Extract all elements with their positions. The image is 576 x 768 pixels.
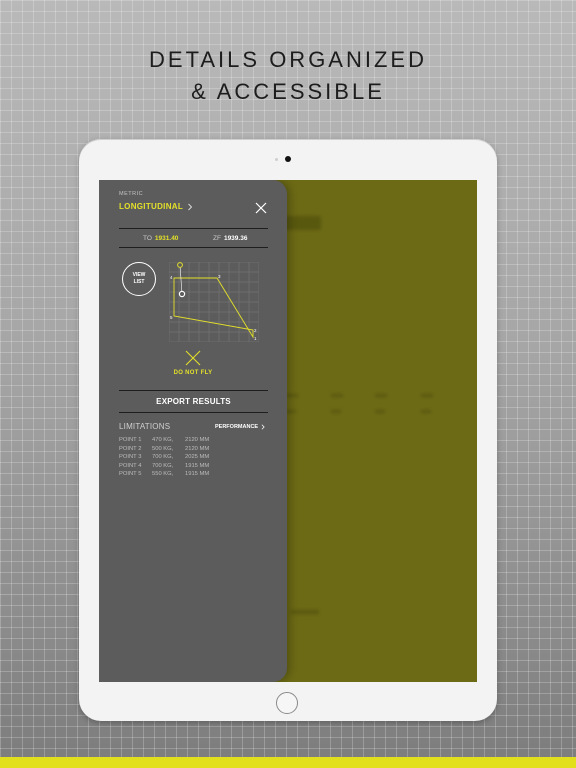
blurred-column	[371, 388, 391, 420]
view-title: LONGITUDINAL	[119, 202, 184, 211]
divider	[119, 228, 268, 229]
blurred-column	[327, 388, 347, 420]
chevron-right-icon	[261, 424, 265, 430]
limitations-title: LIMITATIONS	[119, 422, 171, 431]
list-item: POINT 1 470 KG, 2120 MM	[119, 437, 225, 446]
point-weight: 700 KG,	[152, 462, 174, 469]
cg-takeoff-value: 1931.40	[154, 235, 179, 242]
tablet-device: METRIC LONGITUDINAL TO 1931.40 ZF 1939.36	[79, 139, 497, 721]
blurred-column	[417, 388, 437, 420]
view-list-line-2: LIST	[133, 279, 145, 285]
close-icon[interactable]	[254, 201, 268, 215]
list-item: POINT 2 500 KG, 2120 MM	[119, 446, 225, 455]
zero-fuel-cg-marker	[178, 290, 186, 298]
performance-link-label: PERFORMANCE	[215, 424, 259, 430]
envelope-vertex-label: 3	[218, 274, 221, 279]
camera-icon	[285, 156, 291, 162]
view-selector[interactable]: LONGITUDINAL	[119, 202, 194, 211]
blurred-footer	[291, 610, 319, 614]
cg-envelope-chart: 4 3 5 2 1	[169, 262, 259, 342]
cg-zero-fuel-value: 1939.36	[223, 235, 248, 242]
home-button[interactable]	[276, 692, 298, 714]
headline-line-2: & ACCESSIBLE	[191, 79, 385, 104]
point-arm: 1915 MM	[185, 462, 210, 469]
list-item: POINT 4 700 KG, 1915 MM	[119, 463, 225, 472]
point-arm: 2120 MM	[185, 437, 210, 443]
point-name: POINT 1	[119, 437, 142, 443]
point-name: POINT 4	[119, 462, 142, 469]
chevron-right-icon	[188, 203, 193, 210]
results-panel: METRIC LONGITUDINAL TO 1931.40 ZF 1939.36	[99, 180, 287, 682]
divider	[119, 412, 268, 413]
takeoff-cg-marker	[177, 262, 183, 268]
point-arm: 2120 MM	[185, 445, 210, 452]
envelope-vertex-label: 5	[170, 315, 173, 320]
point-name: POINT 3	[119, 454, 142, 461]
point-name: POINT 2	[119, 445, 142, 452]
app-screen: METRIC LONGITUDINAL TO 1931.40 ZF 1939.36	[99, 180, 477, 682]
point-weight: 700 KG,	[152, 454, 174, 461]
envelope-vertex-label: 1	[254, 336, 257, 341]
point-name: POINT 5	[119, 471, 142, 478]
view-list-button[interactable]: VIEW LIST	[122, 262, 156, 296]
point-arm: 2025 MM	[185, 454, 210, 461]
point-weight: 500 KG,	[152, 445, 174, 452]
unit-system-label: METRIC	[119, 191, 144, 197]
blurred-value	[281, 216, 321, 230]
envelope-vertex-label: 4	[170, 275, 173, 280]
point-arm: 1915 MM	[185, 471, 210, 478]
limitation-points-list: POINT 1 470 KG, 2120 MM POINT 2 500 KG, …	[119, 437, 225, 480]
x-icon	[185, 350, 201, 366]
sensor-dot	[275, 158, 278, 161]
list-item: POINT 5 550 KG, 1915 MM	[119, 471, 225, 480]
view-list-line-1: VIEW	[132, 272, 146, 278]
list-item: POINT 3 700 KG, 2025 MM	[119, 454, 225, 463]
divider	[119, 247, 268, 248]
point-weight: 550 KG,	[152, 471, 174, 478]
export-results-button[interactable]: EXPORT RESULTS	[119, 391, 268, 412]
cg-takeoff-label: TO	[143, 235, 152, 242]
point-weight: 470 KG,	[152, 437, 174, 443]
performance-link[interactable]: PERFORMANCE	[215, 424, 266, 430]
cg-zero-fuel-label: ZF	[213, 235, 221, 242]
accent-stripe	[0, 757, 576, 768]
flight-status-text: DO NOT FLY	[173, 370, 213, 376]
marketing-headline: DETAILS ORGANIZED & ACCESSIBLE	[0, 44, 576, 108]
envelope-outline	[173, 277, 254, 339]
cg-zero-fuel: ZF 1939.36	[213, 235, 247, 242]
cg-takeoff: TO 1931.40	[143, 235, 178, 242]
headline-line-1: DETAILS ORGANIZED	[149, 47, 427, 72]
